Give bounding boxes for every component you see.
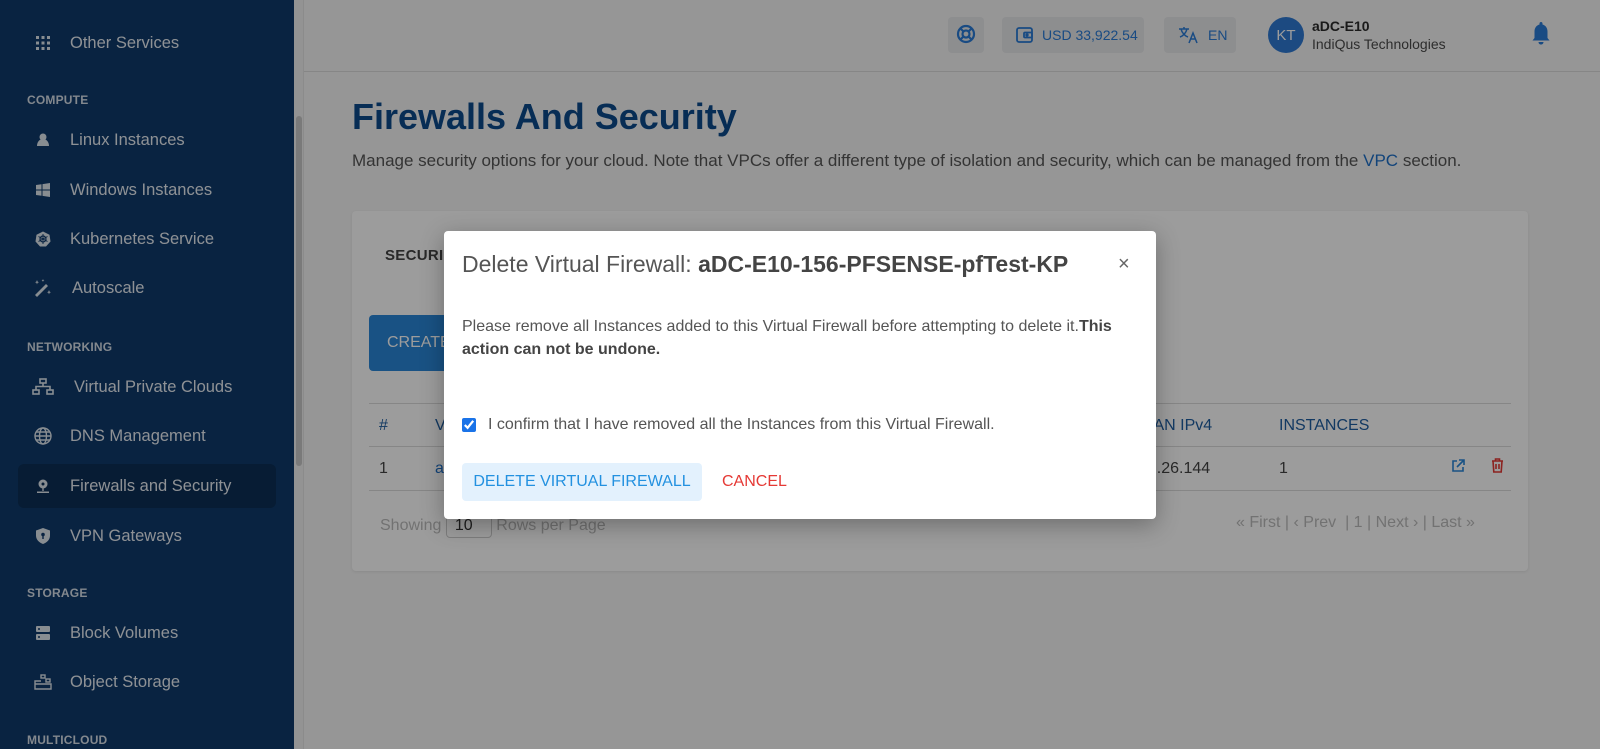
confirm-label: I confirm that I have removed all the In… xyxy=(488,416,995,433)
modal-body: Please remove all Instances added to thi… xyxy=(462,315,1122,361)
firewall-name: aDC-E10-156-PFSENSE-pfTest-KP xyxy=(698,251,1069,277)
delete-virtual-firewall-button[interactable]: DELETE VIRTUAL FIREWALL xyxy=(462,463,702,501)
delete-firewall-modal: Delete Virtual Firewall: aDC-E10-156-PFS… xyxy=(444,231,1156,519)
confirm-checkbox-row[interactable]: I confirm that I have removed all the In… xyxy=(462,416,995,434)
confirm-checkbox[interactable] xyxy=(462,418,476,432)
modal-title: Delete Virtual Firewall: aDC-E10-156-PFS… xyxy=(462,251,1068,278)
modal-body-text: Please remove all Instances added to thi… xyxy=(462,318,1079,335)
cancel-button[interactable]: CANCEL xyxy=(722,463,787,501)
close-icon[interactable]: × xyxy=(1118,253,1130,276)
modal-title-prefix: Delete Virtual Firewall: xyxy=(462,251,692,277)
